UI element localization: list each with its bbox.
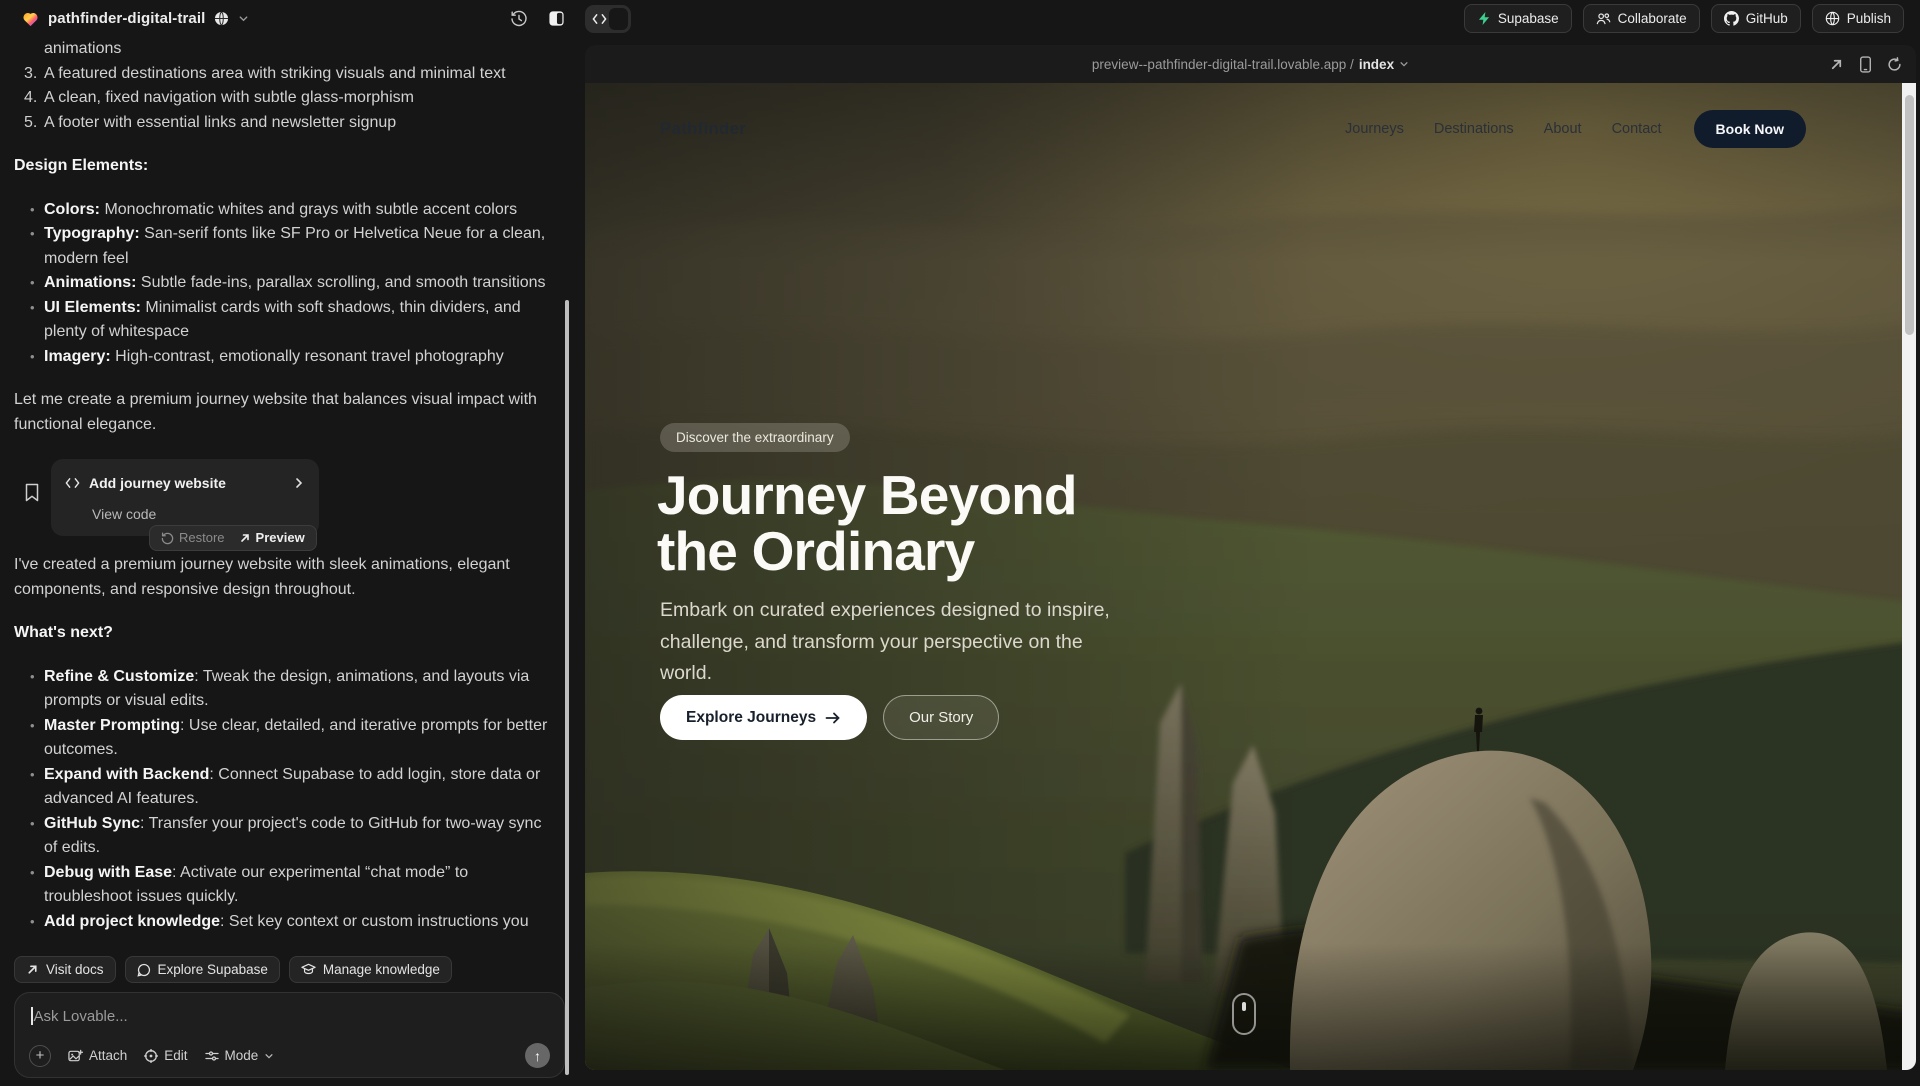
chat-paragraph: I've created a premium journey website w… [14, 553, 552, 602]
top-bar: pathfinder-digital-trail [0, 0, 1920, 37]
list-item: • Animations: Subtle fade-ins, parallax … [14, 271, 552, 296]
artifact-actions: Restore Preview [149, 525, 317, 551]
website-preview: Pathfinder Journeys Destinations About C… [585, 83, 1916, 1070]
view-code-link[interactable]: View code [92, 502, 305, 527]
send-button[interactable]: ↑ [525, 1043, 550, 1068]
refresh-icon[interactable] [1887, 57, 1902, 72]
explore-journeys-button[interactable]: Explore Journeys [660, 695, 867, 740]
list-item: • GitHub Sync: Transfer your project's c… [14, 812, 552, 861]
published-globe-icon [214, 11, 229, 26]
book-now-button[interactable]: Book Now [1694, 110, 1806, 148]
chat-bubble-icon [137, 963, 151, 977]
graduation-cap-icon [301, 963, 316, 976]
site-nav: Journeys Destinations About Contact [1345, 121, 1662, 137]
arrow-up-right-icon [26, 963, 39, 976]
nav-contact[interactable]: Contact [1612, 121, 1662, 137]
supabase-bolt-icon [1477, 11, 1491, 26]
list-item: • Master Prompting: Use clear, detailed,… [14, 714, 552, 763]
edit-button[interactable]: Edit [144, 1048, 187, 1063]
hero-subtext: Embark on curated experiences designed t… [660, 595, 1140, 690]
code-icon [592, 13, 607, 25]
add-button[interactable]: + [29, 1045, 51, 1067]
project-chevron-down-icon[interactable] [238, 13, 249, 24]
nav-about[interactable]: About [1544, 121, 1582, 137]
arrow-right-icon [825, 711, 841, 725]
nav-journeys[interactable]: Journeys [1345, 121, 1404, 137]
explore-supabase-button[interactable]: Explore Supabase [125, 956, 280, 983]
list-item: 3. A featured destinations area with str… [14, 62, 552, 87]
site-logo[interactable]: Pathfinder [660, 119, 746, 139]
toggle-knob [609, 8, 628, 30]
design-elements-heading: Design Elements: [14, 154, 552, 179]
hero-badge: Discover the extraordinary [660, 423, 850, 452]
project-menu[interactable]: pathfinder-digital-trail [0, 10, 249, 27]
chat-paragraph: Let me create a premium journey website … [14, 388, 552, 437]
preview-url[interactable]: preview--pathfinder-digital-trail.lovabl… [1092, 57, 1409, 72]
arrow-up-right-icon [239, 532, 251, 544]
manage-knowledge-button[interactable]: Manage knowledge [289, 956, 452, 983]
preview-button[interactable]: Preview [239, 526, 305, 551]
list-item: • Colors: Monochromatic whites and grays… [14, 198, 552, 223]
composer-input[interactable]: Ask Lovable... [34, 1008, 128, 1025]
list-item: 5. A footer with essential links and new… [14, 111, 552, 136]
open-external-icon[interactable] [1829, 57, 1844, 72]
restore-icon [161, 532, 174, 545]
hero-headline: Journey Beyond the Ordinary [657, 467, 1077, 579]
code-icon [65, 477, 80, 489]
restore-button[interactable]: Restore [161, 526, 225, 551]
globe-icon [1825, 11, 1840, 26]
people-icon [1596, 12, 1611, 26]
chat-panel: animations 3. A featured destinations ar… [0, 37, 578, 1086]
site-scrollbar-thumb[interactable] [1905, 95, 1914, 335]
sliders-icon [205, 1050, 219, 1062]
bookmark-icon[interactable] [24, 483, 40, 553]
chat-composer[interactable]: Ask Lovable... + Attach Edit [14, 992, 565, 1078]
text-caret [31, 1007, 33, 1025]
site-scrollbar[interactable] [1902, 83, 1916, 1070]
target-icon [144, 1049, 158, 1063]
github-button[interactable]: GitHub [1711, 4, 1801, 33]
chevron-down-icon [1399, 59, 1409, 69]
list-item: • Add project knowledge: Set key context… [14, 910, 552, 939]
code-view-toggle[interactable] [585, 5, 631, 33]
chat-scrollbar[interactable] [565, 300, 569, 1075]
visit-docs-button[interactable]: Visit docs [14, 956, 116, 983]
attach-image-icon [68, 1049, 83, 1063]
layout-panel-icon[interactable] [548, 10, 565, 27]
list-item: • Typography: San-serif fonts like SF Pr… [14, 222, 552, 271]
whats-next-heading: What's next? [14, 621, 552, 646]
list-item: • Expand with Backend: Connect Supabase … [14, 763, 552, 812]
list-item: • UI Elements: Minimalist cards with sof… [14, 296, 552, 345]
chevron-right-icon [293, 477, 305, 489]
chat-messages: animations 3. A featured destinations ar… [14, 37, 552, 938]
scroll-indicator [1232, 993, 1256, 1035]
preview-panel: preview--pathfinder-digital-trail.lovabl… [585, 45, 1916, 1070]
list-item: • Refine & Customize: Tweak the design, … [14, 665, 552, 714]
history-icon[interactable] [510, 10, 528, 28]
publish-button[interactable]: Publish [1812, 4, 1904, 33]
quick-actions: Visit docs Explore Supabase Manage knowl… [14, 956, 452, 983]
list-item: 4. A clean, fixed navigation with subtle… [14, 86, 552, 111]
mobile-device-icon[interactable] [1859, 56, 1872, 73]
our-story-button[interactable]: Our Story [883, 695, 999, 740]
chat-text-line: animations [14, 37, 552, 62]
project-name: pathfinder-digital-trail [48, 10, 205, 27]
list-item: • Imagery: High-contrast, emotionally re… [14, 345, 552, 370]
list-item: • Debug with Ease: Activate our experime… [14, 861, 552, 910]
site-header: Pathfinder Journeys Destinations About C… [585, 83, 1902, 175]
artifact-row: Add journey website View code Restore [24, 459, 552, 553]
lovable-heart-icon [22, 11, 39, 27]
mode-selector[interactable]: Mode [205, 1048, 275, 1063]
supabase-button[interactable]: Supabase [1464, 4, 1572, 33]
github-icon [1724, 11, 1739, 26]
lovable-app-window: pathfinder-digital-trail [0, 0, 1920, 1086]
preview-url-bar: preview--pathfinder-digital-trail.lovabl… [585, 45, 1916, 83]
nav-destinations[interactable]: Destinations [1434, 121, 1514, 137]
chevron-down-icon [264, 1051, 274, 1061]
attach-button[interactable]: Attach [68, 1048, 127, 1063]
collaborate-button[interactable]: Collaborate [1583, 4, 1700, 33]
